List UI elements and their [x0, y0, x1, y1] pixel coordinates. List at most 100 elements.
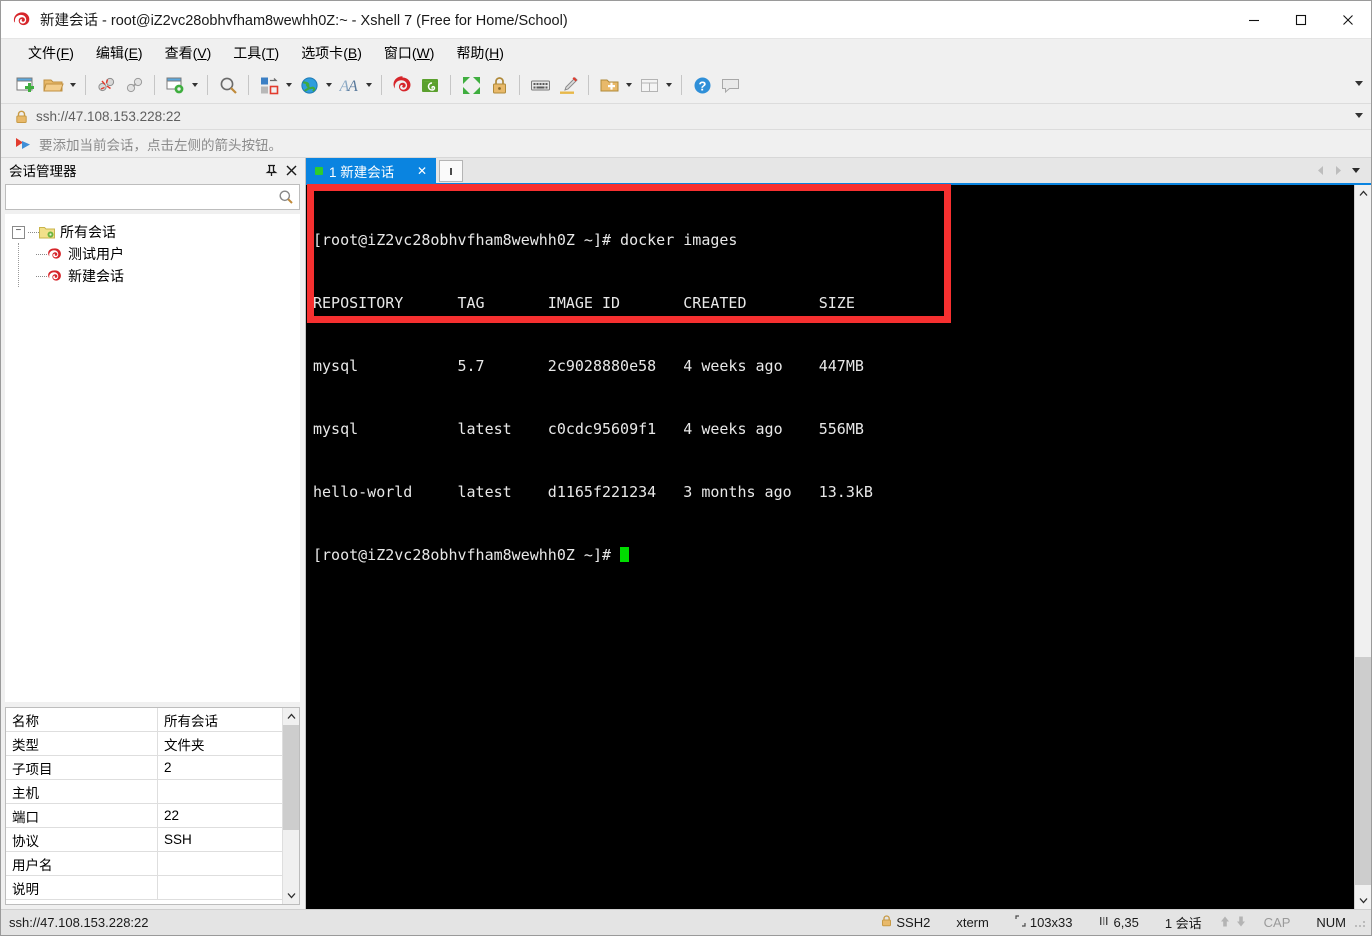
tree-node-label: 所有会话 — [60, 224, 116, 240]
tree-node-session-new[interactable]: 新建会话 — [22, 265, 299, 287]
lock-icon — [15, 110, 28, 124]
keyboard-icon[interactable] — [526, 70, 554, 100]
window-title: 新建会话 - root@iZ2vc28obhvfham8wewhh0Z:~ - … — [40, 13, 568, 29]
tree-node-all-sessions[interactable]: − 所有会话 — [12, 221, 299, 243]
address-bar[interactable]: ssh://47.108.153.228:22 — [1, 103, 1371, 130]
status-protocol[interactable]: SSH2 — [868, 915, 943, 930]
maximize-button[interactable] — [1277, 1, 1324, 39]
menu-file[interactable]: 文件(F) — [17, 39, 85, 67]
tab-list-chevron-down-icon[interactable] — [1347, 160, 1365, 182]
terminal-scroll-thumb[interactable] — [1355, 657, 1371, 886]
menu-tab[interactable]: 选项卡(B) — [290, 39, 373, 67]
tree-node-session-test-user[interactable]: 测试用户 — [22, 243, 299, 265]
terminal-screen[interactable]: [root@iZ2vc28obhvfham8wewhh0Z ~]# docker… — [306, 185, 1354, 909]
tab-label: 1 新建会话 — [329, 164, 395, 180]
chat-icon[interactable] — [716, 70, 744, 100]
menu-window-label: 窗口 — [383, 45, 412, 61]
session-manager-close-icon[interactable] — [281, 160, 301, 180]
tab-scroll-right-icon[interactable] — [1329, 160, 1347, 182]
search-icon[interactable] — [278, 189, 299, 205]
properties-scroll-track[interactable] — [283, 725, 299, 887]
terminal-scrollbar[interactable] — [1354, 185, 1371, 909]
session-search-box[interactable] — [5, 184, 300, 210]
new-tab-button[interactable] — [439, 160, 463, 182]
property-row-protocol: 协议 SSH — [6, 828, 282, 852]
terminal-prompt: [root@iZ2vc28obhvfham8wewhh0Z ~]# — [313, 546, 621, 564]
tree-node-label: 测试用户 — [68, 246, 124, 262]
tab-scroll-left-icon[interactable] — [1311, 160, 1329, 182]
font-dropdown-arrow[interactable] — [363, 70, 375, 100]
property-key: 主机 — [6, 780, 158, 803]
tree-collapse-toggle[interactable]: − — [12, 225, 25, 239]
menu-tools-accel: T — [265, 45, 275, 61]
lock-icon[interactable] — [485, 70, 513, 100]
layout-icon[interactable] — [635, 70, 663, 100]
globe-icon[interactable] — [295, 70, 323, 100]
menu-tools[interactable]: 工具(T) — [222, 39, 290, 67]
status-screen-size[interactable]: 103x33 — [1002, 915, 1086, 930]
layout-dropdown-arrow[interactable] — [663, 70, 675, 100]
disconnect-icon[interactable] — [92, 70, 120, 100]
address-chevron-down-icon[interactable] — [1355, 113, 1363, 118]
new-session-icon[interactable] — [11, 70, 39, 100]
property-value — [158, 852, 282, 875]
find-icon[interactable] — [214, 70, 242, 100]
menu-window[interactable]: 窗口(W) — [373, 39, 446, 67]
status-cursor-pos[interactable]: 6,35 — [1086, 915, 1152, 930]
scroll-down-icon[interactable] — [283, 887, 299, 904]
properties-scroll-thumb[interactable] — [283, 725, 299, 830]
transfer-file-dropdown-arrow[interactable] — [283, 70, 295, 100]
menu-help[interactable]: 帮助(H) — [445, 39, 514, 67]
xftp-icon[interactable] — [416, 70, 444, 100]
new-folder-dropdown-arrow[interactable] — [623, 70, 635, 100]
session-tree[interactable]: − 所有会话 测试用户 新建会话 — [5, 214, 300, 702]
resize-grip-icon[interactable] — [1354, 916, 1368, 930]
add-bookmark-arrow-icon[interactable] — [15, 137, 31, 151]
status-bar: ssh://47.108.153.228:22 SSH2 xterm 103x3… — [1, 909, 1371, 935]
reconnect-icon[interactable] — [120, 70, 148, 100]
status-session-count-label: 1 会话 — [1164, 916, 1202, 931]
font-icon[interactable]: A A — [335, 70, 363, 100]
status-term-type[interactable]: xterm — [943, 915, 1002, 930]
property-row-port: 端口 22 — [6, 804, 282, 828]
open-session-icon[interactable] — [39, 70, 67, 100]
session-search-input[interactable] — [6, 186, 278, 208]
transfer-file-icon[interactable] — [255, 70, 283, 100]
highlight-pen-icon[interactable] — [554, 70, 582, 100]
menu-view[interactable]: 查看(V) — [154, 39, 223, 67]
session-manager-panel: 会话管理器 − 所有会话 测试用户 新建会话 名称 所有会话 类型 文件夹 子项… — [1, 158, 306, 909]
properties-scrollbar[interactable] — [282, 708, 299, 904]
menu-edit[interactable]: 编辑(E) — [85, 39, 154, 67]
terminal-pane: 1 新建会话 ✕ [root@iZ2vc28obhvfham8wewhh0Z ~… — [306, 158, 1371, 909]
pin-icon[interactable] — [261, 160, 281, 180]
terminal-cursor — [620, 547, 630, 562]
toolbar-separator — [248, 75, 249, 95]
new-folder-icon[interactable] — [595, 70, 623, 100]
xshell-icon[interactable] — [388, 70, 416, 100]
help-icon[interactable]: ? — [688, 70, 716, 100]
toolbar-separator — [588, 75, 589, 95]
fullscreen-icon[interactable] — [457, 70, 485, 100]
toolbar-separator — [154, 75, 155, 95]
property-key: 协议 — [6, 828, 158, 851]
open-session-dropdown-arrow[interactable] — [67, 70, 79, 100]
cursor-pos-icon — [1099, 915, 1110, 930]
scroll-down-icon[interactable] — [1355, 892, 1371, 909]
globe-dropdown-arrow[interactable] — [323, 70, 335, 100]
scroll-up-icon[interactable] — [1355, 185, 1371, 202]
tree-guide-line — [36, 275, 47, 277]
toolbar-overflow-chevron-down-icon[interactable] — [1353, 77, 1365, 89]
minimize-button[interactable] — [1230, 1, 1277, 39]
menu-file-accel: F — [60, 45, 70, 61]
session-manager-title: 会话管理器 — [9, 164, 77, 179]
tab-close-icon[interactable]: ✕ — [414, 163, 430, 179]
close-button[interactable] — [1324, 1, 1371, 39]
session-properties-icon[interactable] — [161, 70, 189, 100]
session-properties-dropdown-arrow[interactable] — [189, 70, 201, 100]
status-session-count[interactable]: 1 会话 — [1152, 913, 1215, 932]
tab-new-session[interactable]: 1 新建会话 ✕ — [306, 158, 436, 183]
scroll-up-icon[interactable] — [283, 708, 299, 725]
terminal-line: REPOSITORY TAG IMAGE ID CREATED SIZE — [313, 294, 855, 312]
terminal-scroll-track[interactable] — [1355, 202, 1371, 892]
tab-navigation — [1311, 158, 1371, 183]
